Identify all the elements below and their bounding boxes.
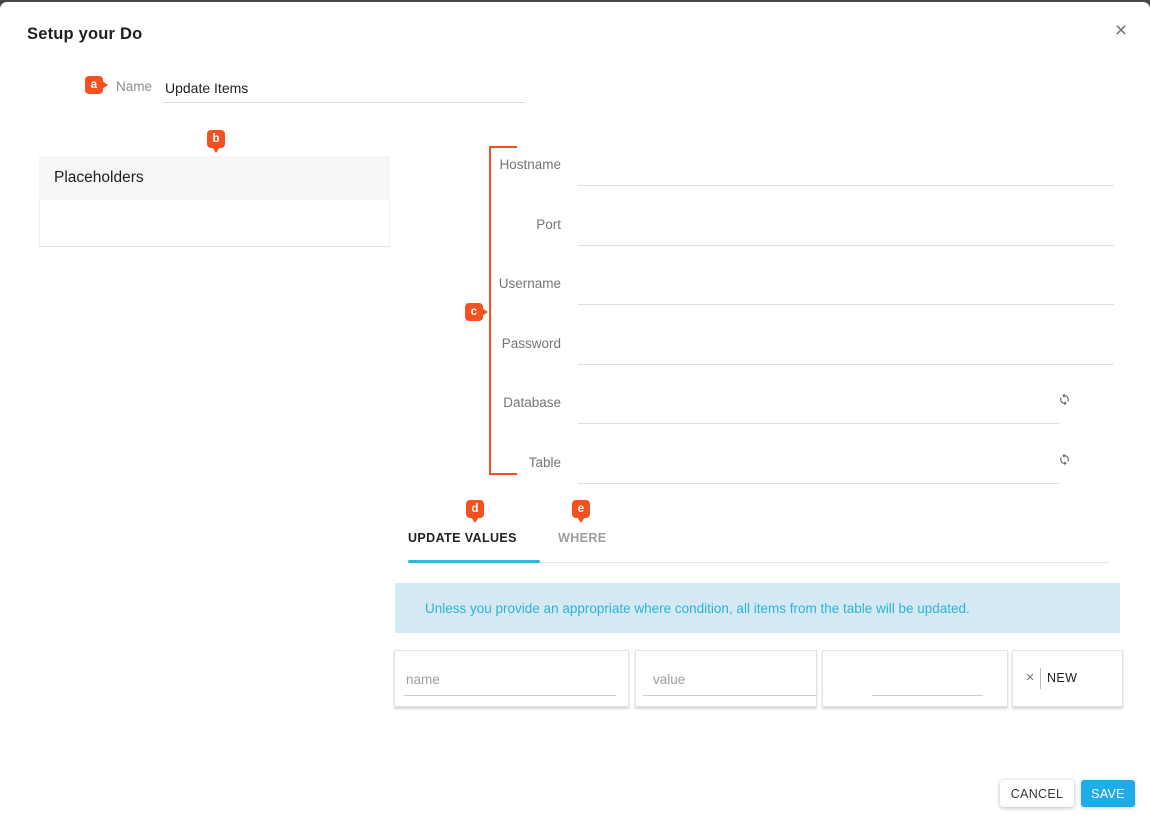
username-label: Username bbox=[498, 276, 561, 291]
annotation-marker-d-label: d bbox=[471, 503, 479, 515]
placeholders-panel-header: Placeholders bbox=[39, 156, 390, 200]
port-field-row: Port bbox=[440, 205, 1114, 257]
update-name-card bbox=[394, 650, 629, 707]
annotation-marker-a-label: a bbox=[90, 79, 98, 91]
tab-update-values[interactable]: UPDATE VALUES bbox=[408, 531, 517, 545]
database-field-row: Database bbox=[440, 383, 1112, 435]
name-input[interactable] bbox=[163, 74, 525, 103]
hostname-field-row: Hostname bbox=[440, 145, 1114, 197]
tab-where[interactable]: WHERE bbox=[558, 531, 607, 545]
update-value-input[interactable] bbox=[643, 663, 817, 696]
setup-do-dialog: Setup your Do × a Name b Placeholders c … bbox=[0, 2, 1150, 816]
where-warning-banner: Unless you provide an appropriate where … bbox=[395, 583, 1120, 633]
hostname-label: Hostname bbox=[499, 157, 561, 172]
annotation-marker-e: e bbox=[572, 500, 590, 523]
new-row-button[interactable]: NEW bbox=[1047, 671, 1077, 685]
annotation-marker-d: d bbox=[466, 500, 484, 523]
password-label: Password bbox=[501, 336, 561, 351]
placeholders-panel-body bbox=[39, 200, 390, 247]
hostname-input[interactable] bbox=[578, 145, 1114, 186]
update-extra-card bbox=[822, 650, 1008, 707]
password-input[interactable] bbox=[578, 324, 1114, 365]
name-field-label: Name bbox=[116, 79, 153, 94]
dialog-title: Setup your Do bbox=[27, 25, 143, 43]
new-row-card[interactable]: × NEW bbox=[1012, 650, 1123, 707]
database-label: Database bbox=[503, 395, 561, 410]
connection-bracket-arm-top bbox=[489, 146, 517, 148]
update-extra-input[interactable] bbox=[872, 663, 983, 696]
table-label: Table bbox=[528, 455, 561, 470]
table-refresh-icon[interactable] bbox=[1054, 449, 1074, 469]
username-input[interactable] bbox=[578, 264, 1114, 305]
annotation-marker-e-label: e bbox=[577, 503, 585, 515]
placeholders-panel: Placeholders bbox=[39, 156, 390, 247]
annotation-marker-c-label: c bbox=[470, 306, 478, 318]
port-label: Port bbox=[536, 217, 561, 232]
active-tab-indicator bbox=[408, 560, 540, 563]
update-name-input[interactable] bbox=[404, 663, 616, 696]
tab-baseline bbox=[540, 562, 1110, 563]
update-value-card bbox=[635, 650, 817, 707]
new-button-divider bbox=[1040, 668, 1041, 689]
password-field-row: Password bbox=[440, 324, 1114, 376]
cancel-button[interactable]: CANCEL bbox=[1000, 780, 1074, 807]
database-refresh-icon[interactable] bbox=[1054, 389, 1074, 409]
annotation-marker-b-label: b bbox=[212, 133, 220, 145]
save-button[interactable]: SAVE bbox=[1081, 780, 1135, 807]
remove-row-icon[interactable]: × bbox=[1021, 667, 1039, 689]
annotation-marker-c: c bbox=[465, 303, 488, 321]
annotation-marker-a: a bbox=[85, 76, 108, 94]
annotation-marker-b: b bbox=[207, 130, 225, 153]
port-input[interactable] bbox=[578, 205, 1114, 246]
close-icon[interactable]: × bbox=[1108, 18, 1134, 44]
table-field-row: Table bbox=[440, 443, 1112, 495]
table-input[interactable] bbox=[578, 443, 1060, 484]
username-field-row: Username bbox=[440, 264, 1114, 316]
database-input[interactable] bbox=[578, 383, 1060, 424]
